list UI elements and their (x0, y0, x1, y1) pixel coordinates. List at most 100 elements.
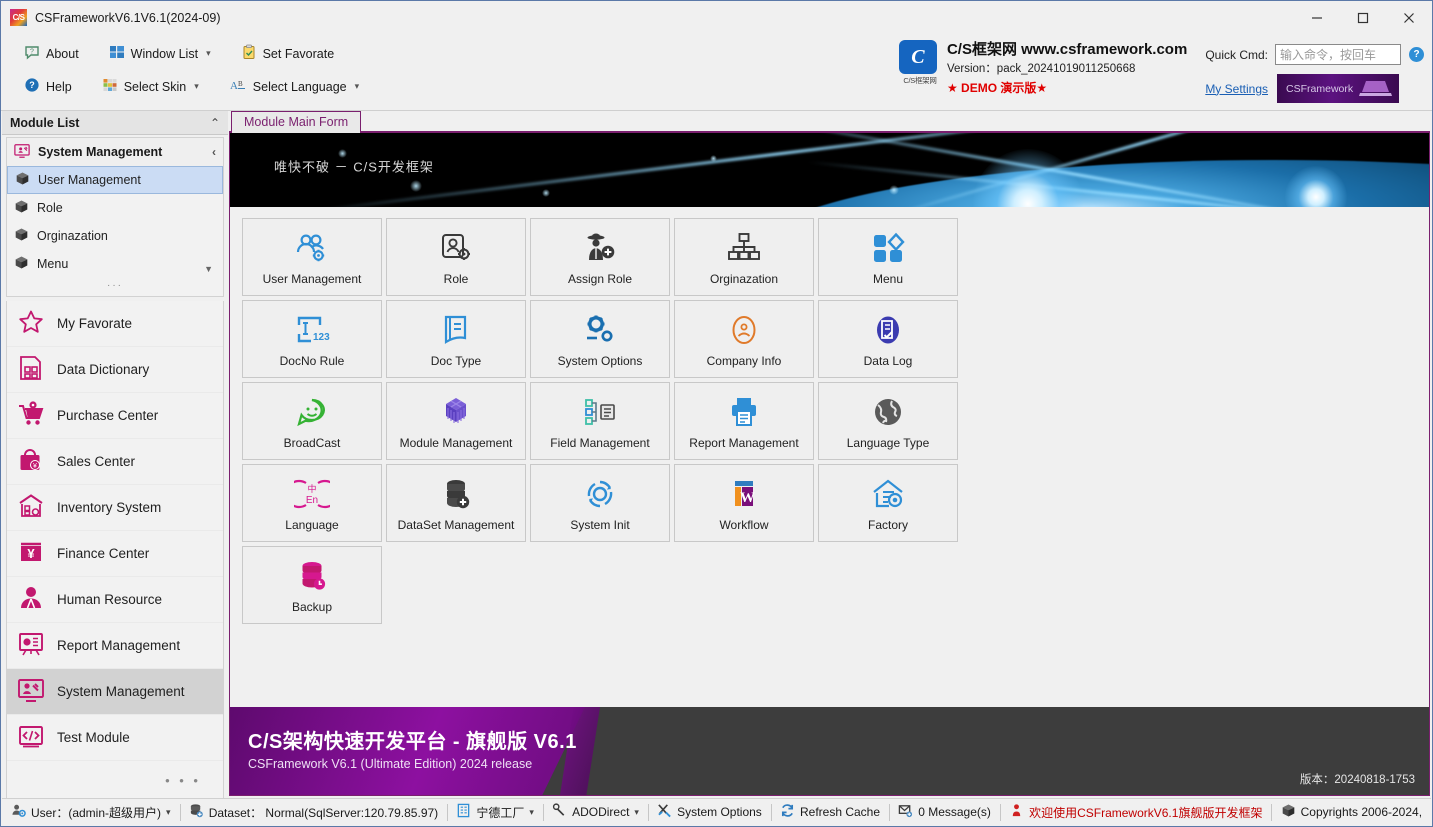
quick-cmd-help-icon[interactable]: ? (1409, 47, 1424, 62)
tab-module-main-form[interactable]: Module Main Form (231, 111, 361, 133)
globe-icon (870, 393, 906, 433)
select-language-button[interactable]: A B Select Language ▾ (220, 74, 368, 99)
maximize-button[interactable] (1340, 1, 1386, 34)
tile-label: Report Management (689, 436, 798, 450)
sidebar-item-label: Inventory System (57, 500, 161, 515)
tile-docno-rule[interactable]: 123 DocNo Rule (242, 300, 382, 378)
chevron-down-icon[interactable]: ▾ (529, 807, 534, 818)
tile-dataset-management[interactable]: DataSet Management (386, 464, 526, 542)
message-icon (898, 803, 913, 821)
tile-label: System Options (558, 354, 643, 368)
tile-label: Company Info (707, 354, 782, 368)
chevron-down-icon[interactable]: ▾ (634, 807, 639, 818)
sidebar-item-system-management[interactable]: System Management (7, 669, 223, 715)
my-settings-link[interactable]: My Settings (1205, 82, 1268, 96)
sidebar-item-inventory-system[interactable]: Inventory System (7, 485, 223, 531)
scroll-down-icon[interactable]: ▼ (204, 264, 213, 274)
status-bar: User：(admin-超级用户) ▾ Dataset： Normal(SqlS… (2, 798, 1431, 825)
tile-orginazation[interactable]: Orginazation (674, 218, 814, 296)
sidebar-item-sales-center[interactable]: ¥ Sales Center (7, 439, 223, 485)
chevron-down-icon: ▾ (355, 81, 360, 92)
sidebar-item-test-module[interactable]: Test Module (7, 715, 223, 761)
svg-text:?: ? (30, 49, 34, 56)
svg-text:123: 123 (313, 332, 330, 343)
status-label: System Options (677, 805, 762, 819)
role-card-icon (438, 229, 474, 269)
sidebar-item-report-management[interactable]: Report Management (7, 623, 223, 669)
status-label: Refresh Cache (800, 805, 880, 819)
tile-language[interactable]: 中 En Language (242, 464, 382, 542)
tile-user-management[interactable]: User Management (242, 218, 382, 296)
select-language-label: Select Language (253, 80, 347, 94)
tile-language-type[interactable]: Language Type (818, 382, 958, 460)
csframework-promo-banner[interactable]: CSFramework (1277, 74, 1399, 103)
tile-workflow[interactable]: W Workflow (674, 464, 814, 542)
sidebar-item-role[interactable]: Role (7, 194, 223, 222)
sidebar-item-label: Report Management (57, 638, 180, 653)
pin-icon[interactable]: ⌃ (210, 116, 220, 130)
tile-system-init[interactable]: System Init (530, 464, 670, 542)
status-welcome-message[interactable]: 欢迎使用CSFrameworkV6.1旗舰版开发框架 (1000, 799, 1271, 826)
sidebar-item-user-management[interactable]: User Management (7, 166, 223, 194)
tile-report-management[interactable]: Report Management (674, 382, 814, 460)
help-button[interactable]: ? Help (15, 74, 81, 99)
select-skin-button[interactable]: Select Skin ▾ (93, 74, 208, 99)
tile-broadcast[interactable]: BroadCast (242, 382, 382, 460)
tile-backup[interactable]: Backup (242, 546, 382, 624)
tile-company-info[interactable]: Company Info (674, 300, 814, 378)
status-messages[interactable]: 0 Message(s) (889, 799, 1000, 826)
sidebar-item-finance-center[interactable]: ¥ Finance Center (7, 531, 223, 577)
menu-blocks-icon (870, 229, 906, 269)
sidebar-item-human-resource[interactable]: Human Resource (7, 577, 223, 623)
cs-logo-icon: C (899, 40, 937, 74)
tile-role[interactable]: Role (386, 218, 526, 296)
tile-factory[interactable]: Factory (818, 464, 958, 542)
tile-field-management[interactable]: Field Management (530, 382, 670, 460)
tile-label: System Init (570, 518, 629, 532)
sidebar-item-menu[interactable]: Menu (7, 250, 223, 278)
set-favorate-label: Set Favorate (263, 47, 335, 61)
quick-cmd-input[interactable] (1275, 44, 1401, 65)
about-button[interactable]: ? About (15, 41, 88, 66)
status-factory[interactable]: 宁德工厂 ▾ (447, 799, 543, 826)
report-board-icon (17, 630, 45, 661)
minimize-button[interactable] (1294, 1, 1340, 34)
status-adodirect[interactable]: ADODirect ▾ (543, 799, 648, 826)
sidebar-header: Module List ⌃ (2, 111, 228, 135)
sidebar-group-header[interactable]: System Management ‹ (7, 138, 223, 166)
sidebar-item-orginazation[interactable]: Orginazation (7, 222, 223, 250)
status-user[interactable]: User：(admin-超级用户) ▾ (2, 799, 180, 826)
tile-doc-type[interactable]: Doc Type (386, 300, 526, 378)
tile-label: Assign Role (568, 272, 632, 286)
tile-assign-role[interactable]: Assign Role (530, 218, 670, 296)
sidebar-title: Module List (10, 116, 79, 130)
status-refresh-cache[interactable]: Refresh Cache (771, 799, 889, 826)
sidebar-footer[interactable]: • • • (7, 761, 223, 803)
demo-badge: ★ DEMO 演示版★ (947, 80, 1187, 96)
status-system-options[interactable]: System Options (648, 799, 771, 826)
tile-module-management[interactable]: Module Management (386, 382, 526, 460)
module-tile-grid: User Management (242, 218, 966, 628)
laptop-icon (1359, 79, 1393, 98)
tile-data-log[interactable]: Data Log (818, 300, 958, 378)
status-copyright: Copyrights 2006-2024, (1272, 799, 1431, 826)
status-label: Copyrights 2006-2024, (1301, 805, 1422, 819)
sidebar-item-purchase-center[interactable]: Purchase Center (7, 393, 223, 439)
sidebar-group-dots: ··· (107, 280, 123, 291)
window-list-button[interactable]: Window List ▾ (100, 41, 220, 66)
status-dataset[interactable]: Dataset： Normal(SqlServer:120.79.85.97) (180, 799, 447, 826)
close-button[interactable] (1386, 1, 1432, 34)
svg-text:¥: ¥ (33, 463, 37, 470)
tile-menu[interactable]: Menu (818, 218, 958, 296)
sidebar-overflow-dots[interactable]: • • • (165, 773, 201, 788)
sidebar-module-list: My Favorate Data Dictionary (6, 301, 224, 804)
sidebar-item-data-dictionary[interactable]: Data Dictionary (7, 347, 223, 393)
set-favorate-button[interactable]: Set Favorate (232, 41, 344, 66)
tile-system-options[interactable]: System Options (530, 300, 670, 378)
chevron-left-icon[interactable]: ‹ (212, 145, 216, 159)
sidebar-group-more[interactable]: ▼ ··· (7, 278, 223, 296)
application-window: C/S CSFrameworkV6.1V6.1(2024-09) ? (0, 0, 1433, 827)
data-dictionary-icon (17, 354, 45, 385)
chevron-down-icon[interactable]: ▾ (166, 807, 171, 818)
sidebar-item-my-favorate[interactable]: My Favorate (7, 301, 223, 347)
